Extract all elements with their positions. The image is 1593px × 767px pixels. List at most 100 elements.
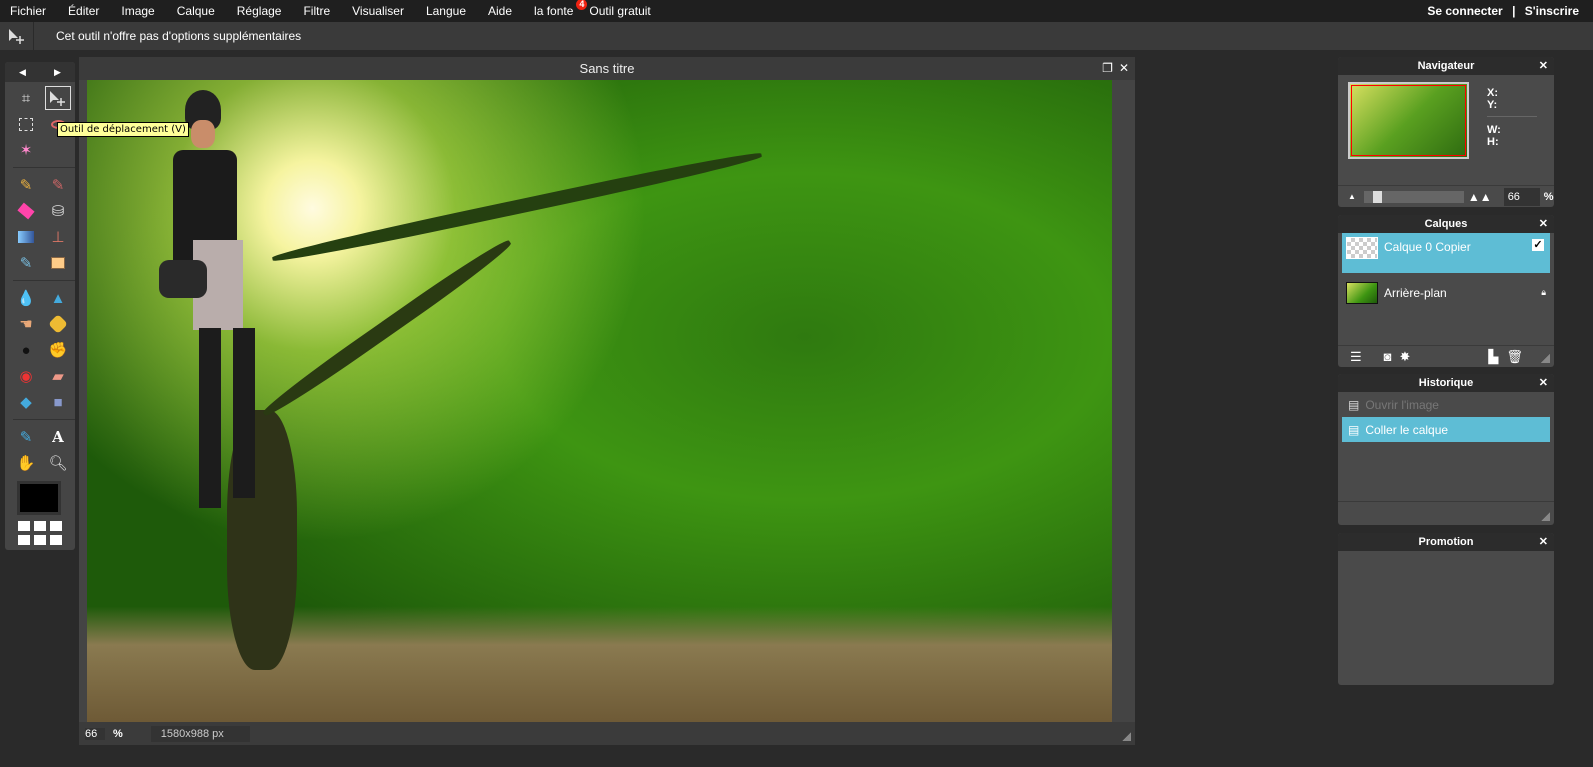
layers-panel: Calques ✕ Calque 0 Copier ✓ Arrière-plan … xyxy=(1338,215,1554,367)
delete-layer-icon[interactable]: 🗑︎ xyxy=(1506,349,1523,365)
promotion-panel: Promotion ✕ xyxy=(1338,533,1554,685)
zoom-out-icon[interactable]: ▲ xyxy=(1348,192,1356,201)
layer-name: Arrière-plan xyxy=(1384,285,1447,300)
layer-visibility-checkbox[interactable]: ✓ xyxy=(1532,239,1544,251)
layer-thumbnail xyxy=(1346,237,1378,259)
dodge-icon[interactable]: ● xyxy=(13,338,39,362)
menu-aide[interactable]: Aide xyxy=(477,4,523,18)
red-eye-icon[interactable]: ◉ xyxy=(13,364,39,388)
paint-bucket-icon[interactable]: ⛁ xyxy=(45,199,71,223)
menu-la-fonte[interactable]: la fonte 4 xyxy=(523,0,588,18)
x-label: X: xyxy=(1487,87,1498,99)
sponge-icon[interactable] xyxy=(45,312,71,336)
marquee-tool-icon[interactable] xyxy=(13,112,39,136)
close-icon[interactable]: ✕ xyxy=(1539,374,1548,392)
tree-branch xyxy=(271,148,763,266)
shape-icon[interactable] xyxy=(45,251,71,275)
menu-reglage[interactable]: Réglage xyxy=(226,4,293,18)
new-layer-icon[interactable]: ▙ xyxy=(1488,349,1498,365)
menu-calque[interactable]: Calque xyxy=(166,4,226,18)
layer-mask-icon[interactable]: ◙ xyxy=(1384,349,1392,364)
close-icon[interactable]: ✕ xyxy=(1539,215,1548,233)
resize-handle[interactable] xyxy=(1541,354,1550,363)
layer-item[interactable]: Calque 0 Copier ✓ xyxy=(1342,233,1550,273)
close-icon[interactable]: ✕ xyxy=(1539,533,1548,551)
panel-title: Navigateur xyxy=(1417,60,1475,72)
move-tool-icon[interactable] xyxy=(45,86,71,110)
history-item[interactable]: ▤ Ouvrir l'image xyxy=(1338,392,1554,417)
zoom-percent: % xyxy=(1543,190,1554,203)
crop-tool-icon[interactable]: ⌗ xyxy=(13,86,39,110)
clone-stamp-icon[interactable]: ⊥ xyxy=(45,225,71,249)
options-bar: Cet outil n'offre pas d'options suppléme… xyxy=(0,22,1593,50)
text-tool-icon[interactable]: A xyxy=(45,425,71,449)
status-bar: 66 % 1580x988 px xyxy=(79,722,1135,745)
expand-right-icon[interactable]: ▶ xyxy=(54,67,61,78)
toolbox-arrows: ◀ ▶ xyxy=(5,62,75,82)
sharpen-icon[interactable]: ▲ xyxy=(45,286,71,310)
menu-langue[interactable]: Langue xyxy=(415,4,477,18)
y-label: Y: xyxy=(1487,99,1498,111)
hand-tool-icon[interactable]: ✋ xyxy=(13,451,39,475)
navigator-panel: Navigateur ✕ X: Y: W: H: ▲ ▲▲ 66 % xyxy=(1338,57,1554,207)
resize-handle[interactable] xyxy=(1541,512,1550,521)
swatch-grid[interactable] xyxy=(18,521,75,545)
login-link[interactable]: Se connecter xyxy=(1427,4,1502,18)
auth-links: Se connecter | S'inscrire xyxy=(1427,4,1579,18)
menu-outil-gratuit[interactable]: Outil gratuit xyxy=(587,4,661,18)
brush-icon[interactable]: ✎ xyxy=(45,173,71,197)
panel-title: Calques xyxy=(1424,218,1468,230)
color-replace-icon[interactable]: ✎ xyxy=(13,251,39,275)
zoom-tool-icon[interactable]: 🔍︎ xyxy=(45,451,71,475)
zoom-input[interactable]: 66 xyxy=(85,727,105,740)
close-icon[interactable]: ✕ xyxy=(1539,57,1548,75)
auth-separator: | xyxy=(1512,4,1516,18)
magic-wand-icon[interactable]: ✶ xyxy=(13,138,39,162)
spot-heal-icon[interactable]: ▰ xyxy=(45,364,71,388)
history-label: Ouvrir l'image xyxy=(1365,397,1439,412)
bloat-icon[interactable]: ◆ xyxy=(13,390,39,414)
close-document-icon[interactable]: ✕ xyxy=(1119,61,1129,75)
resize-handle[interactable] xyxy=(1122,732,1131,741)
restore-icon[interactable]: ❐ xyxy=(1102,61,1113,75)
lock-icon: 🔒︎ xyxy=(1541,287,1546,297)
collapse-left-icon[interactable]: ◀ xyxy=(19,67,26,78)
options-text: Cet outil n'offre pas d'options suppléme… xyxy=(56,29,302,43)
burn-icon[interactable]: ✊ xyxy=(45,338,71,362)
pinch-icon[interactable]: ■ xyxy=(45,390,71,414)
new-adjustment-icon[interactable]: ✸ xyxy=(1400,349,1411,365)
menu-image[interactable]: Image xyxy=(110,4,165,18)
divider xyxy=(13,167,75,168)
blur-drop-icon[interactable]: 💧 xyxy=(13,286,39,310)
image-canvas[interactable] xyxy=(87,80,1112,722)
panel-title: Historique xyxy=(1418,377,1474,389)
layer-styles-icon[interactable]: ☰ xyxy=(1350,349,1362,365)
zoom-slider-knob[interactable] xyxy=(1373,190,1383,203)
zoom-value-input[interactable]: 66 xyxy=(1503,187,1540,206)
layer-item[interactable]: Arrière-plan 🔒︎ xyxy=(1338,273,1554,312)
pencil-icon[interactable]: ✎ xyxy=(13,173,39,197)
history-item[interactable]: ▤ Coller le calque xyxy=(1342,417,1550,442)
document-title: Sans titre xyxy=(79,57,1135,80)
navigator-info: X: Y: W: H: xyxy=(1487,87,1537,148)
signup-link[interactable]: S'inscrire xyxy=(1525,4,1579,18)
move-tool-icon xyxy=(0,22,34,50)
person-figure xyxy=(147,90,267,510)
divider xyxy=(13,419,75,420)
notification-badge: 4 xyxy=(576,0,588,10)
zoom-in-icon[interactable]: ▲▲ xyxy=(1468,190,1492,204)
menu-visualiser[interactable]: Visualiser xyxy=(341,4,415,18)
foreground-color-swatch[interactable] xyxy=(17,481,61,515)
menu-fichier[interactable]: Fichier xyxy=(0,4,57,18)
zoom-percent: % xyxy=(113,727,123,740)
eyedropper-icon[interactable]: ✎ xyxy=(13,425,39,449)
gradient-icon[interactable] xyxy=(13,225,39,249)
tree-branch xyxy=(259,235,515,421)
eraser-icon[interactable] xyxy=(13,199,39,223)
menu-editer[interactable]: Éditer xyxy=(57,4,110,18)
zoom-slider[interactable] xyxy=(1363,190,1464,203)
smudge-icon[interactable]: ☚ xyxy=(13,312,39,336)
navigator-thumbnail[interactable] xyxy=(1348,82,1469,159)
history-step-icon: ▤ xyxy=(1348,397,1360,412)
menu-filtre[interactable]: Filtre xyxy=(292,4,341,18)
